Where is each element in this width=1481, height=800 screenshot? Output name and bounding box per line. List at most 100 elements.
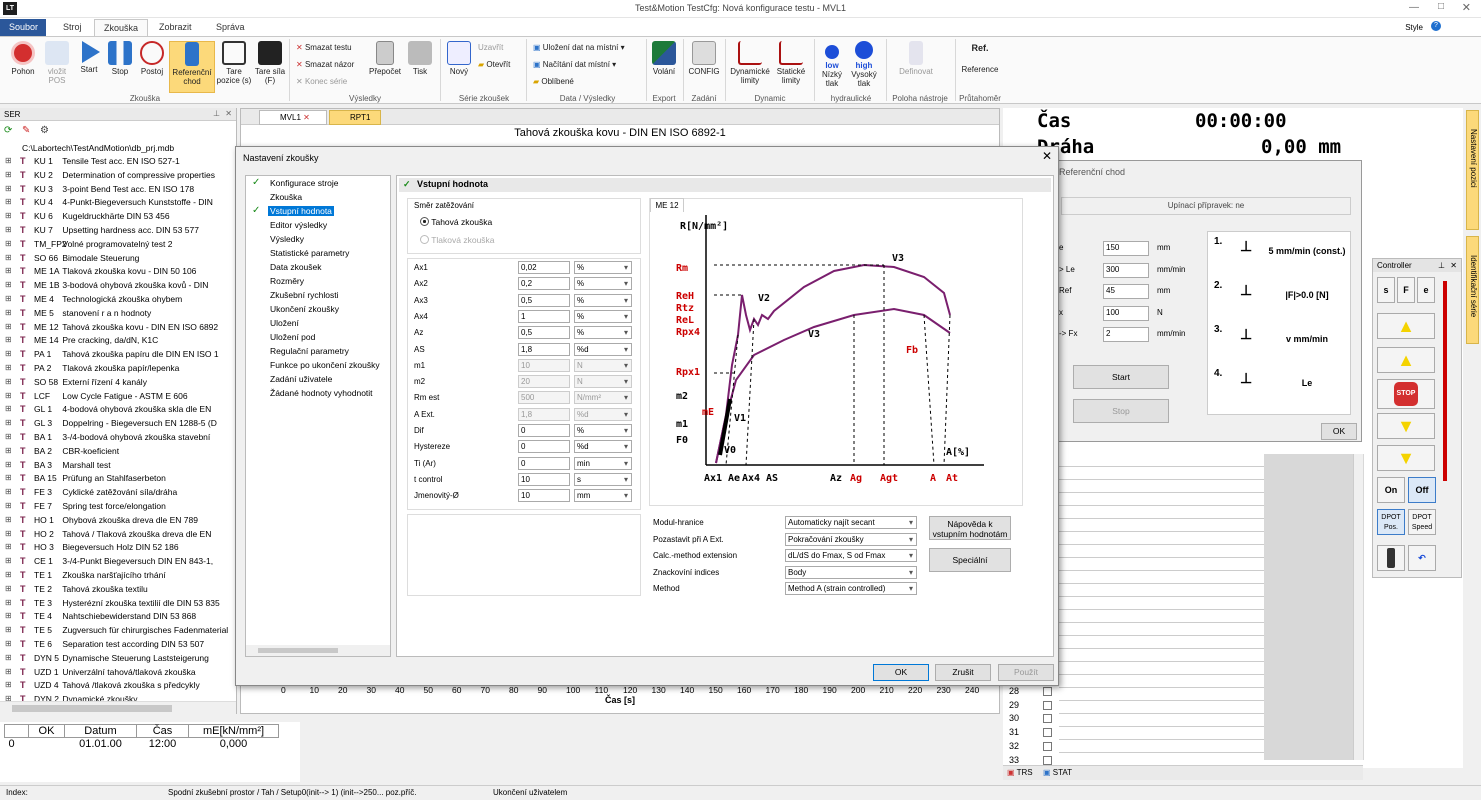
tree-expand-icon[interactable]: ⊞ <box>5 625 12 634</box>
smazat-nazor-button[interactable]: ✕ Smazat názor <box>296 60 354 69</box>
series-list-item[interactable]: KU 7 Upsetting hardness acc. DIN 53 577 <box>34 225 234 235</box>
definovat-button[interactable]: Definovat <box>894 41 938 76</box>
tab-trs[interactable]: ▣ TRS <box>1007 768 1033 777</box>
tab-zkouska[interactable]: Zkouška <box>94 19 149 36</box>
series-list-item[interactable]: HO 1 Ohybová zkouška dreva dle EN 789 <box>34 515 234 525</box>
series-list-item[interactable]: DYN 5 Dynamische Steuerung Laststeigerun… <box>34 653 234 663</box>
param-input[interactable]: 0,5 <box>518 293 570 307</box>
tree-expand-icon[interactable]: ⊞ <box>5 391 12 400</box>
option-select[interactable]: dL/dS do Fmax, S od Fmax <box>785 549 917 562</box>
tree-expand-icon[interactable]: ⊞ <box>5 197 12 206</box>
tree-expand-icon[interactable]: ⊞ <box>5 418 12 427</box>
radio-tlak[interactable]: Tlaková zkouška <box>420 235 495 245</box>
special-button[interactable]: Speciální <box>929 548 1011 572</box>
tree-expand-icon[interactable]: ⊞ <box>5 667 12 676</box>
param-unit-select[interactable]: %d <box>574 342 632 356</box>
tree-expand-icon[interactable]: ⊞ <box>5 611 12 620</box>
tree-expand-icon[interactable]: ⊞ <box>5 680 12 689</box>
tab-sprava[interactable]: Správa <box>207 19 254 36</box>
maximize-button[interactable]: □ <box>1438 1 1444 12</box>
row-checkbox[interactable] <box>1043 755 1052 765</box>
series-list-item[interactable]: TE 1 Zkouška naršťajícího trhání <box>34 570 234 580</box>
tree-expand-icon[interactable]: ⊞ <box>5 515 12 524</box>
referencni-chod-button[interactable]: Referenční chod <box>169 41 215 93</box>
series-list-item[interactable]: ME 5 stanovení r a n hodnoty <box>34 308 234 318</box>
settings-tree-item[interactable]: Uložení <box>268 318 301 328</box>
horizontal-scrollbar[interactable] <box>0 701 236 714</box>
stop-sign-button[interactable]: STOP <box>1377 379 1435 409</box>
row-checkbox[interactable] <box>1043 687 1052 696</box>
controller-f-button[interactable]: F <box>1397 277 1415 303</box>
reference-start-button[interactable]: Start <box>1073 365 1169 389</box>
tree-expand-icon[interactable]: ⊞ <box>5 529 12 538</box>
row-checkbox[interactable] <box>1043 700 1052 710</box>
tree-expand-icon[interactable]: ⊞ <box>5 266 12 275</box>
tree-expand-icon[interactable]: ⊞ <box>5 556 12 565</box>
tree-expand-icon[interactable]: ⊞ <box>5 460 12 469</box>
off-button[interactable]: Off <box>1408 477 1436 503</box>
prepocet-button[interactable]: Přepočet <box>366 41 404 76</box>
close-button[interactable]: ✕ <box>1462 1 1471 14</box>
series-list-item[interactable]: UZD 4 Tahová /tlaková zkouška s předcykl… <box>34 680 234 690</box>
series-list-item[interactable]: KU 6 Kugeldruckhärte DIN 53 456 <box>34 211 234 221</box>
dpot-pos-button[interactable]: DPOT Pos. <box>1377 509 1405 535</box>
option-select[interactable]: Method A (strain controlled) <box>785 582 917 595</box>
volani-button[interactable]: Volání <box>650 41 678 76</box>
tree-expand-icon[interactable]: ⊞ <box>5 184 12 193</box>
param-input[interactable]: 0,02 <box>518 261 570 274</box>
close-panel-icon[interactable]: ✕ <box>225 109 232 118</box>
settings-tree-item[interactable]: Rozměry <box>268 276 306 286</box>
radio-tah[interactable]: Tahová zkouška <box>420 217 492 227</box>
tree-expand-icon[interactable]: ⊞ <box>5 335 12 344</box>
reference-ok-button[interactable]: OK <box>1321 423 1357 440</box>
settings-tree-item[interactable]: Vstupní hodnota <box>268 206 334 216</box>
param-unit-select[interactable]: N <box>574 375 632 389</box>
tab-stroj[interactable]: Stroj <box>54 19 91 36</box>
tree-expand-icon[interactable]: ⊞ <box>5 294 12 303</box>
series-list-item[interactable]: ME 1A Tlaková zkouška kovu - DIN 50 106 <box>34 266 234 276</box>
tree-expand-icon[interactable]: ⊞ <box>5 363 12 372</box>
series-list-item[interactable]: KU 3 3-point Bend Test acc. EN ISO 178 <box>34 184 234 194</box>
ref-param-input[interactable]: 150 <box>1103 241 1149 256</box>
up-fast-icon[interactable]: ▲ <box>1377 313 1435 339</box>
minimize-button[interactable]: — <box>1409 2 1419 13</box>
reference-stop-button[interactable]: Stop <box>1073 399 1169 423</box>
option-select[interactable]: Pokračování zkoušky <box>785 532 917 546</box>
up-slow-icon[interactable]: ▲ <box>1377 347 1435 373</box>
reference-button[interactable]: Ref. Reference <box>957 41 1003 74</box>
tree-expand-icon[interactable]: ⊞ <box>5 349 12 358</box>
tree-expand-icon[interactable]: ⊞ <box>5 225 12 234</box>
filter-icon[interactable]: ⚙ <box>40 125 49 136</box>
settings-tree-item[interactable]: Editor výsledky <box>268 220 329 230</box>
ref-param-input[interactable]: 45 <box>1103 284 1149 299</box>
help-icon[interactable]: ? <box>1431 21 1441 31</box>
param-input[interactable]: 0 <box>518 440 570 454</box>
tree-expand-icon[interactable]: ⊞ <box>5 322 12 331</box>
settings-tree-item[interactable]: Data zkoušek <box>268 262 324 272</box>
tree-scroll-thumb[interactable] <box>258 648 338 653</box>
series-list-item[interactable]: UZD 1 Univerzální tahová/tlaková zkouška <box>34 667 234 677</box>
settings-tree-item[interactable]: Funkce po ukončení zkoušky <box>268 360 382 370</box>
settings-tree-item[interactable]: Žádané hodnoty vyhodnotit <box>268 388 375 398</box>
vertical-scrollbar[interactable] <box>1353 454 1363 760</box>
series-list-item[interactable]: LCF Low Cycle Fatigue - ASTM E 606 <box>34 391 234 401</box>
settings-tree-item[interactable]: Uložení pod <box>268 332 317 342</box>
settings-tree-item[interactable]: Ukončení zkoušky <box>268 304 341 314</box>
series-list-item[interactable]: PA 2 Tlaková zkouška papír/lepenka <box>34 363 234 373</box>
param-unit-select[interactable]: s <box>574 472 632 486</box>
vlozit-pos-button[interactable]: vložit POS <box>40 41 74 85</box>
option-select[interactable]: Automaticky najít secant <box>785 516 917 529</box>
konec-serie-button[interactable]: ✕ Konec série <box>296 77 347 86</box>
tree-expand-icon[interactable]: ⊞ <box>5 598 12 607</box>
chart-tab-me12[interactable]: ME 12 <box>650 198 684 212</box>
series-list-item[interactable]: ME 1B 3-bodová ohybová zkouška kovů - DI… <box>34 280 234 290</box>
close-tab-icon[interactable]: ✕ <box>303 113 310 122</box>
ok-button[interactable]: OK <box>873 664 929 681</box>
series-list-item[interactable]: CE 1 3-/4-Punkt Biegeversuch DIN EN 843-… <box>34 556 234 566</box>
tools-tree-icon[interactable]: ✎ <box>22 125 30 136</box>
series-list-item[interactable]: BA 1 3-/4-bodová ohybová zkouška stavebn… <box>34 432 234 442</box>
series-list-item[interactable]: ME 12 Tahová zkouška kovu - DIN EN ISO 6… <box>34 322 234 332</box>
series-list-item[interactable]: TE 4 Nahtschiebewiderstand DIN 53 868 <box>34 611 234 621</box>
tree-expand-icon[interactable]: ⊞ <box>5 280 12 289</box>
tare-pozice-button[interactable]: Tare pozice (s) <box>216 41 252 85</box>
